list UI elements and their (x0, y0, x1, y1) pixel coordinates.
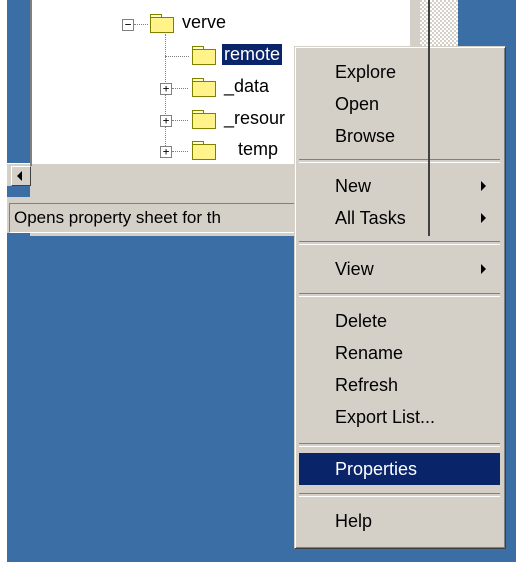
folder-icon (150, 14, 174, 33)
menu-item-label: Help (335, 511, 373, 531)
menu-item-label: Export List... (335, 407, 436, 427)
menu-item-properties[interactable]: Properties (299, 453, 500, 485)
tree-border-left (30, 0, 32, 166)
menu-item-refresh[interactable]: Refresh (299, 369, 500, 401)
menu-item-label: All Tasks (335, 208, 406, 228)
menu-item-label: Open (335, 94, 380, 114)
expand-icon[interactable]: + (160, 115, 172, 127)
submenu-arrow-icon (481, 264, 486, 274)
menu-separator (299, 241, 500, 245)
folder-icon (192, 78, 216, 97)
menu-item-label: New (335, 176, 372, 196)
menu-item-help[interactable]: Help (299, 505, 500, 537)
menu-separator (299, 293, 500, 297)
menu-separator (299, 159, 500, 163)
tree-item-resour[interactable]: _resour (224, 108, 285, 129)
folder-icon (192, 46, 216, 65)
tree-line (134, 24, 148, 26)
menu-item-new[interactable]: New (299, 170, 500, 202)
tree-line (172, 88, 188, 90)
menu-item-label: Properties (335, 459, 418, 479)
tree-item-data[interactable]: _data (224, 76, 269, 97)
menu-item-delete[interactable]: Delete (299, 305, 500, 337)
left-arrow-icon (17, 171, 22, 181)
status-text: Opens property sheet for th (9, 203, 305, 233)
menu-item-label: Refresh (335, 375, 399, 395)
menu-item-label: Explore (335, 62, 397, 82)
menu-item-label: Browse (335, 126, 396, 146)
menu-item-export-list[interactable]: Export List... (299, 401, 500, 433)
tree-item-temp[interactable]: temp (238, 139, 278, 160)
collapse-icon[interactable]: − (122, 19, 134, 31)
expand-icon[interactable]: + (160, 146, 172, 158)
window-border-right (428, 0, 430, 236)
tree-item-verve[interactable]: verve (182, 12, 226, 33)
context-menu: Explore Open Browse New All Tasks View D… (294, 46, 506, 549)
submenu-arrow-icon (481, 213, 486, 223)
menu-item-label: View (335, 259, 374, 279)
tree-item-remote[interactable]: remote (220, 43, 284, 66)
menu-separator (299, 443, 500, 447)
menu-separator (299, 493, 500, 497)
menu-item-browse[interactable]: Browse (299, 120, 500, 152)
tree-line (172, 151, 188, 153)
menu-item-view[interactable]: View (299, 253, 500, 285)
tree-line (165, 56, 189, 58)
scroll-left-button[interactable] (11, 166, 31, 186)
menu-item-label: Rename (335, 343, 404, 363)
menu-item-explore[interactable]: Explore (299, 56, 500, 88)
menu-item-label: Delete (335, 311, 388, 331)
expand-icon[interactable]: + (160, 83, 172, 95)
menu-item-all-tasks[interactable]: All Tasks (299, 202, 500, 234)
submenu-arrow-icon (481, 181, 486, 191)
folder-icon (192, 141, 216, 160)
menu-item-open[interactable]: Open (299, 88, 500, 120)
folder-icon (192, 110, 216, 129)
tree-line (172, 120, 188, 122)
menu-item-rename[interactable]: Rename (299, 337, 500, 369)
